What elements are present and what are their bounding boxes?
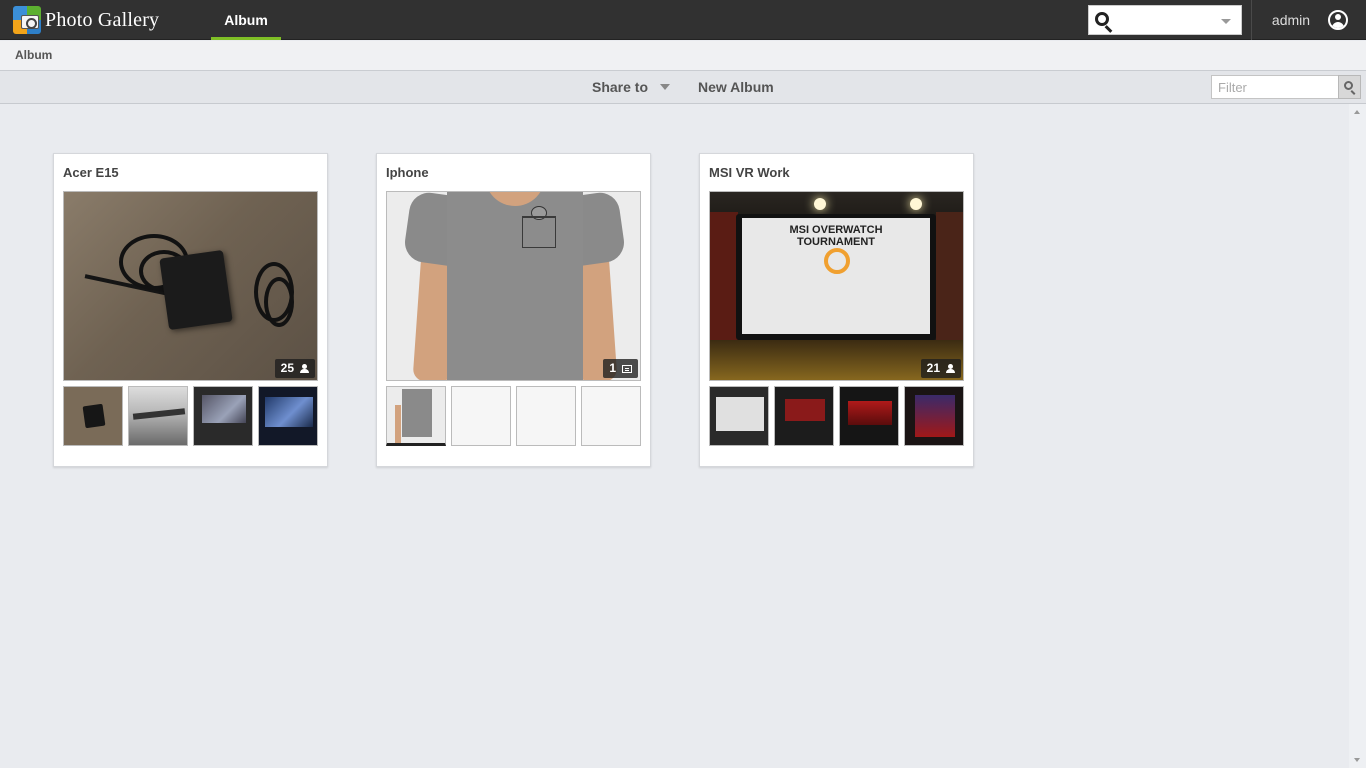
album-card[interactable]: Acer E15 25 [53,153,328,467]
user-avatar-icon[interactable] [1328,10,1348,30]
thumbnail[interactable] [904,386,964,446]
chevron-down-icon[interactable] [1221,19,1231,24]
top-bar: Photo Gallery Album admin [0,0,1366,40]
photo-count-badge: 21 [920,359,961,378]
filter-input[interactable] [1212,76,1338,98]
thumbnail[interactable] [386,386,446,446]
poster-title: MSI OVERWATCH TOURNAMENT [789,224,883,248]
brand[interactable]: Photo Gallery [13,5,159,35]
album-cover-image[interactable]: 1 [386,191,641,381]
thumbnail-empty [581,386,641,446]
thumbnail[interactable] [839,386,899,446]
tab-album[interactable]: Album [211,0,281,40]
photo-count: 21 [926,361,940,375]
photo-count-badge: 25 [274,359,315,378]
photo-count-badge: 1 [603,359,638,378]
scroll-up-icon[interactable] [1354,110,1360,114]
search-icon[interactable] [1095,12,1109,26]
photo-count: 1 [609,361,616,375]
photo-gallery-logo-icon [13,6,41,34]
toolbar: Share to New Album [0,71,1366,104]
photo-count: 25 [280,361,294,375]
share-to-button[interactable]: Share to [592,71,671,103]
comment-icon [622,364,632,373]
thumbnail[interactable] [709,386,769,446]
album-card[interactable]: Iphone 1 [376,153,651,467]
thumbnail[interactable] [128,386,188,446]
breadcrumb[interactable]: Album [15,41,52,70]
share-to-label: Share to [592,79,649,95]
search-box[interactable] [1088,5,1242,35]
thumbnail-empty [451,386,511,446]
thumbnail-strip [386,386,642,446]
divider [1251,0,1252,40]
thumbnail-strip [63,386,319,446]
search-input[interactable] [1119,8,1214,32]
scroll-down-icon[interactable] [1354,758,1360,762]
person-icon [946,364,955,373]
album-cover-image[interactable]: MSI OVERWATCH TOURNAMENT 21 [709,191,964,381]
album-card[interactable]: MSI VR Work MSI OVERWATCH TOURNAMENT 21 [699,153,974,467]
app-title: Photo Gallery [45,8,160,31]
thumbnail[interactable] [258,386,318,446]
scrollbar[interactable] [1349,104,1366,768]
person-icon [300,364,309,373]
breadcrumb-bar: Album [0,41,1366,71]
thumbnail[interactable] [774,386,834,446]
search-icon [1344,81,1353,90]
thumbnail-strip [709,386,965,446]
album-title[interactable]: Iphone [386,165,429,180]
album-title[interactable]: Acer E15 [63,165,119,180]
thumbnail-empty [516,386,576,446]
thumbnail[interactable] [193,386,253,446]
album-cover-image[interactable]: 25 [63,191,318,381]
user-name[interactable]: admin [1262,0,1320,40]
chevron-down-icon [660,84,671,90]
album-title[interactable]: MSI VR Work [709,165,790,180]
new-album-button[interactable]: New Album [698,71,774,103]
filter-search-button[interactable] [1338,75,1361,99]
thumbnail[interactable] [63,386,123,446]
